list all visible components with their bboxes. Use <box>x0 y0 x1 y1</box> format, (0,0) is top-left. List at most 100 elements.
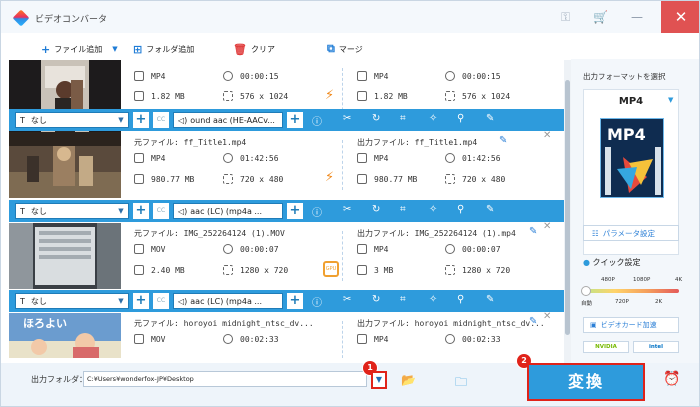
list-scrollbar[interactable] <box>564 60 571 365</box>
edit-subtitle-icon[interactable]: ✎ <box>486 113 494 124</box>
rotate-icon[interactable]: ↻ <box>372 113 380 124</box>
quality-slider[interactable] <box>583 289 679 293</box>
quality-auto: 自動 <box>581 301 593 307</box>
effect-wand-icon[interactable]: ✧ <box>429 294 437 305</box>
merge-label: マージ <box>338 44 363 54</box>
subtitle-select[interactable]: T なし ▼ <box>15 293 129 309</box>
scrollbar-thumb[interactable] <box>565 80 570 335</box>
cc-icon[interactable]: CC <box>153 293 169 309</box>
src-duration: 01:42:56 <box>223 153 279 163</box>
file-row[interactable]: ほろよい 元ファイル: horoyoi midnight_ntsc_dv... … <box>9 311 567 358</box>
format-sidebar: 出力フォーマットを選択 MP4 ▼ MP4 ☷ パラメータ設定 ● クイック設定 … <box>571 59 699 363</box>
add-audio-button[interactable]: + <box>287 293 303 309</box>
subtitle-select[interactable]: T なし ▼ <box>15 203 129 219</box>
format-icon <box>134 334 144 344</box>
rotate-icon[interactable]: ↻ <box>372 204 380 215</box>
audio-select[interactable]: ◁) ound aac (HE-AACv... <box>173 112 283 128</box>
text-icon: T <box>20 206 25 216</box>
cc-icon[interactable]: CC <box>153 112 169 128</box>
format-icon <box>357 334 367 344</box>
chevron-down-icon: ▼ <box>114 294 128 308</box>
cc-icon[interactable]: CC <box>153 203 169 219</box>
info-icon[interactable]: ⓘ <box>312 204 322 219</box>
remove-row-icon[interactable]: ✕ <box>543 130 551 141</box>
subtitle-select[interactable]: T なし ▼ <box>15 112 129 128</box>
add-file-label: ファイル追加 <box>54 44 103 54</box>
chevron-down-icon[interactable]: ▼ <box>668 96 673 104</box>
add-audio-button[interactable]: + <box>287 203 303 219</box>
pencil-icon[interactable]: ✎ <box>529 226 537 237</box>
intel-badge: intel <box>633 341 679 353</box>
text-icon: T <box>20 296 25 306</box>
watermark-icon[interactable]: ⚲ <box>457 113 464 124</box>
out-resolution: 1280 x 720 <box>445 265 510 275</box>
crop-icon[interactable]: ⌗ <box>400 204 406 215</box>
edit-subtitle-icon[interactable]: ✎ <box>486 294 494 305</box>
add-audio-button[interactable]: + <box>287 112 303 128</box>
alarm-clock-icon[interactable]: ⏰ <box>663 371 680 387</box>
out-size: 1.82 MB <box>357 91 408 101</box>
pencil-icon[interactable]: ✎ <box>529 316 537 327</box>
clock-icon <box>223 71 233 81</box>
path-dropdown-button[interactable]: ▼ <box>371 371 387 389</box>
out-duration: 00:00:15 <box>445 71 501 81</box>
file-row[interactable]: 元ファイル: ff_Title1.mp4 MP4 01:42:56 980.77… <box>9 130 567 198</box>
browse-folder-icon[interactable]: 🗀 <box>455 373 467 394</box>
clock-icon <box>445 334 455 344</box>
crop-icon[interactable]: ⌗ <box>400 113 406 124</box>
add-folder-button[interactable]: ⊞ フォルダ追加 <box>133 39 194 59</box>
add-subtitle-button[interactable]: + <box>133 203 149 219</box>
src-size: 1.82 MB <box>134 91 185 101</box>
add-subtitle-button[interactable]: + <box>133 112 149 128</box>
scissors-icon[interactable]: ✂ <box>343 204 351 215</box>
rotate-icon[interactable]: ↻ <box>372 294 380 305</box>
lightning-icon: ⚡ <box>325 88 335 103</box>
add-subtitle-button[interactable]: + <box>133 293 149 309</box>
remove-row-icon[interactable]: ✕ <box>543 311 551 322</box>
resolution-icon <box>223 174 233 184</box>
edit-subtitle-icon[interactable]: ✎ <box>486 204 494 215</box>
info-icon[interactable]: ⓘ <box>312 294 322 309</box>
clear-button[interactable]: 🗑 クリア <box>233 39 275 59</box>
lightning-icon: ⚡ <box>325 170 335 185</box>
chevron-down-icon[interactable]: ▼ <box>112 45 117 53</box>
remove-row-icon[interactable]: ✕ <box>543 221 551 232</box>
scissors-icon[interactable]: ✂ <box>343 113 351 124</box>
minimize-icon[interactable]: — <box>631 10 643 24</box>
merge-button[interactable]: ⧉ マージ <box>327 39 363 59</box>
out-resolution: 576 x 1024 <box>445 91 510 101</box>
output-path-field[interactable]: C:¥Users¥wonderfox-JP¥Desktop <box>83 371 367 387</box>
open-folder-icon[interactable]: 📂 <box>401 373 416 387</box>
clock-icon <box>223 244 233 254</box>
close-button[interactable]: ✕ <box>661 1 699 33</box>
scissors-icon[interactable]: ✂ <box>343 294 351 305</box>
watermark-icon[interactable]: ⚲ <box>457 294 464 305</box>
text-icon: T <box>20 115 25 125</box>
title-bar: ビデオコンバータ ⚿ 🛒 — ✕ <box>1 1 699 33</box>
audio-select[interactable]: ◁) aac (LC) (mp4a ... <box>173 203 283 219</box>
key-icon[interactable]: ⚿ <box>561 10 570 25</box>
quality-slider-knob[interactable] <box>581 286 591 296</box>
crop-icon[interactable]: ⌗ <box>400 294 406 305</box>
size-icon <box>357 91 367 101</box>
conversion-arrow <box>309 313 355 358</box>
resolution-icon <box>445 174 455 184</box>
source-filename: 元ファイル: ff_Title1.mp4 <box>134 138 247 147</box>
parameter-settings-button[interactable]: ☷ パラメータ設定 <box>583 225 679 241</box>
info-icon[interactable]: ⓘ <box>312 113 322 128</box>
pencil-icon[interactable]: ✎ <box>499 135 507 146</box>
file-row[interactable]: 元ファイル: IMG_252264124 (1).MOV MOV 00:00:0… <box>9 221 567 289</box>
quality-1080p: 1080P <box>633 277 651 283</box>
audio-select[interactable]: ◁) aac (LC) (mp4a ... <box>173 293 283 309</box>
trash-icon: 🗑 <box>233 42 247 56</box>
resolution-icon <box>445 91 455 101</box>
watermark-icon[interactable]: ⚲ <box>457 204 464 215</box>
add-file-button[interactable]: + ファイル追加 ▼ <box>41 39 118 59</box>
out-format: MP4 <box>357 334 388 344</box>
effect-wand-icon[interactable]: ✧ <box>429 113 437 124</box>
format-select-label: 出力フォーマットを選択 <box>583 72 666 81</box>
convert-button[interactable]: 変換 <box>527 363 645 401</box>
effect-wand-icon[interactable]: ✧ <box>429 204 437 215</box>
cart-icon[interactable]: 🛒 <box>593 10 608 24</box>
hardware-acceleration-button[interactable]: ▣ ビデオカード加速 <box>583 317 679 333</box>
